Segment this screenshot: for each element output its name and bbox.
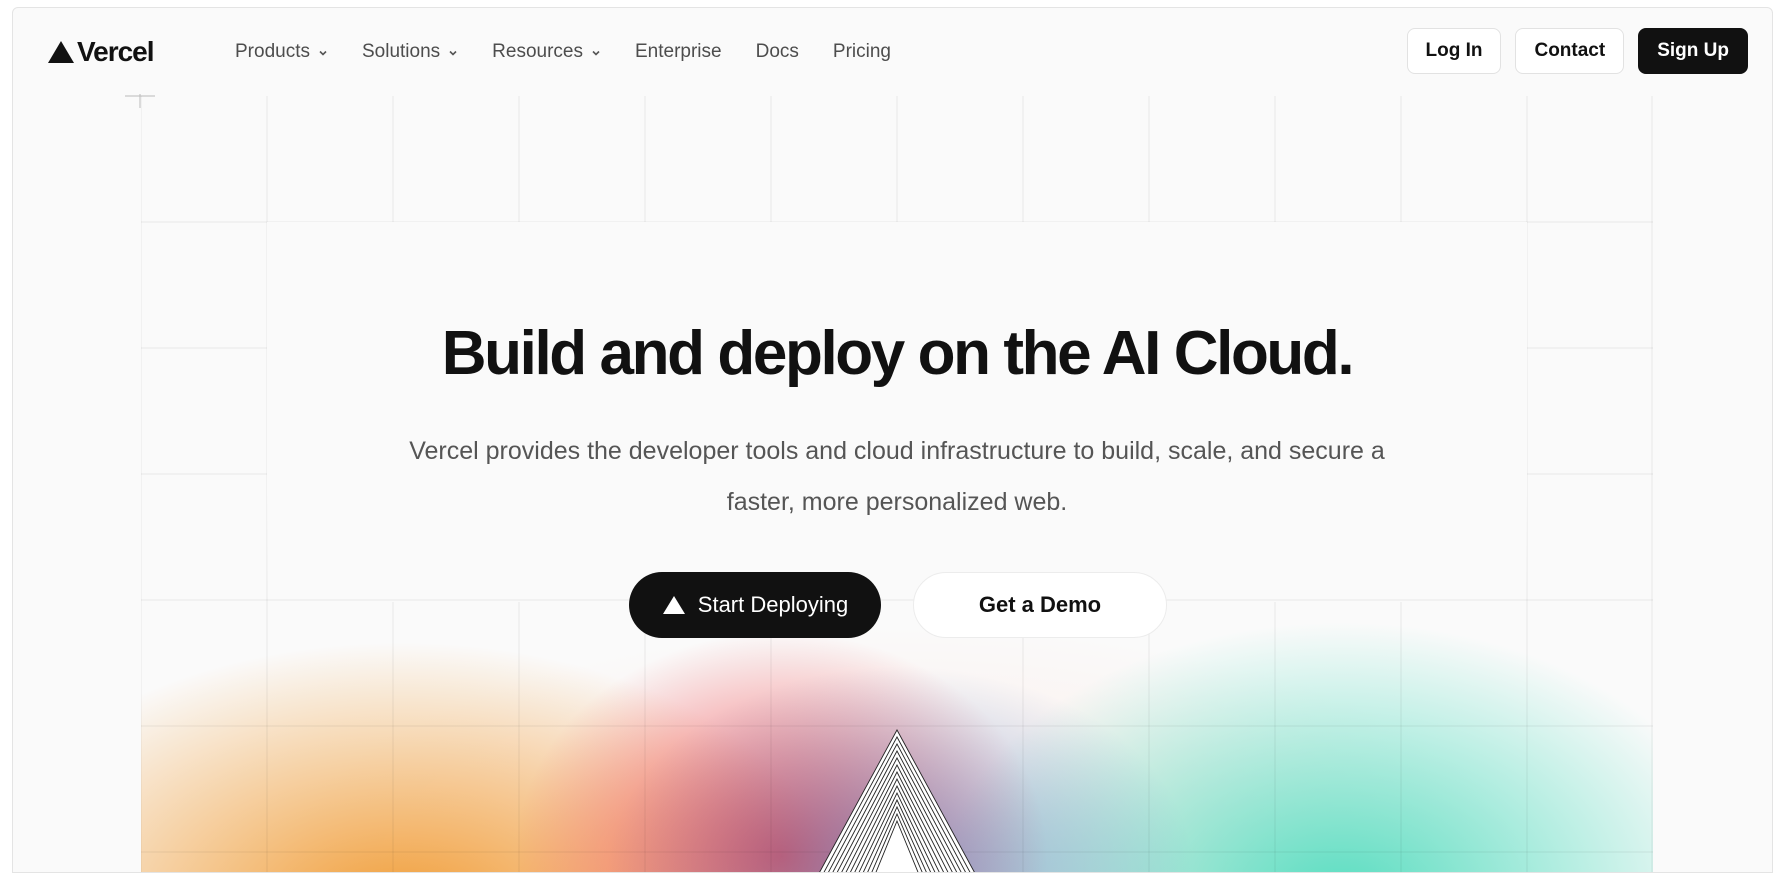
nav-item-docs[interactable]: Docs [756, 41, 799, 63]
logo-wordmark: Vercel [77, 36, 155, 67]
nav-item-pricing[interactable]: Pricing [833, 41, 891, 63]
chevron-down-icon [449, 50, 457, 56]
hero-title: Build and deploy on the AI Cloud. [441, 319, 1355, 388]
login-button[interactable]: Log In [1406, 28, 1502, 74]
get-demo-button[interactable]: Get a Demo [913, 572, 1167, 638]
nav-item-solutions[interactable]: Solutions [362, 41, 458, 63]
vercel-logo[interactable]: Vercel [47, 36, 155, 68]
hero-cta-group: Start Deploying Get a Demo [141, 572, 1653, 638]
hero-section: Build and deploy on the AI Cloud. Vercel… [141, 96, 1653, 872]
triangle-logo-icon [48, 41, 74, 63]
header-actions: Log In Contact Sign Up [1406, 28, 1748, 74]
chevron-down-icon [592, 50, 600, 56]
hero-subtitle: Vercel provides the developer tools and … [409, 437, 1385, 516]
contact-button[interactable]: Contact [1515, 28, 1625, 74]
signup-button[interactable]: Sign Up [1638, 28, 1748, 74]
hero-content-backdrop [267, 222, 1527, 602]
main-nav: Products Solutions Resources Enterprise … [235, 8, 925, 96]
nav-item-label: Resources [492, 41, 583, 62]
nav-item-label: Solutions [361, 41, 441, 62]
nav-item-label: Enterprise [634, 41, 722, 62]
nav-item-label: Docs [755, 41, 799, 62]
nav-item-products[interactable]: Products [235, 41, 328, 63]
start-deploying-label: Start Deploying [697, 592, 849, 617]
site-header: Vercel Products Solutions Resources Ente… [13, 8, 1772, 96]
nav-item-label: Products [235, 41, 310, 62]
nav-item-enterprise[interactable]: Enterprise [635, 41, 722, 63]
nav-item-label: Pricing [832, 41, 891, 62]
start-deploying-button[interactable]: Start Deploying [629, 572, 881, 638]
chevron-down-icon [319, 50, 327, 56]
nav-item-resources[interactable]: Resources [492, 41, 601, 63]
prism-triangle-graphic [819, 729, 975, 872]
browser-viewport: Vercel Products Solutions Resources Ente… [12, 7, 1773, 873]
triangle-icon [662, 596, 685, 614]
